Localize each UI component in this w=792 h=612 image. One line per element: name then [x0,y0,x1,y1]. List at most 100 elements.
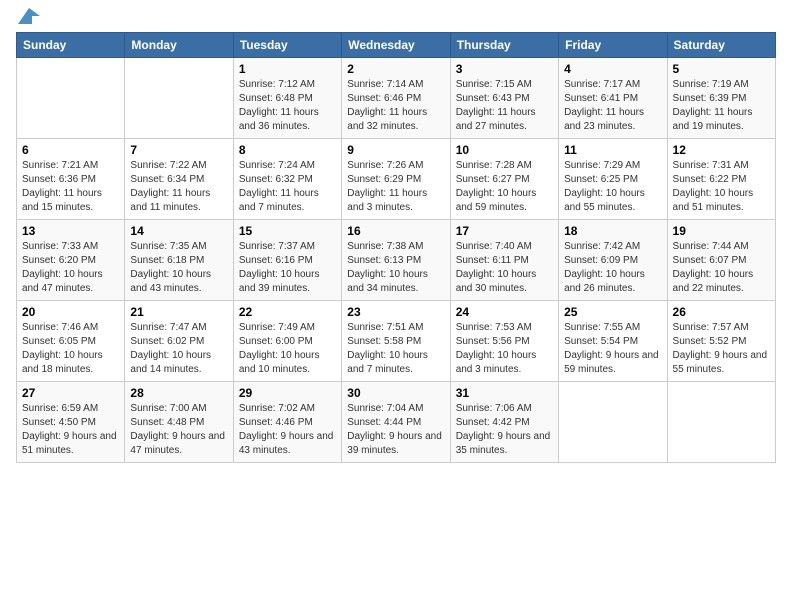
day-info: Sunrise: 7:12 AM Sunset: 6:48 PM Dayligh… [239,78,336,134]
calendar-cell: 12 Sunrise: 7:31 AM Sunset: 6:22 PM Dayli… [667,139,775,220]
day-number: 28 [130,386,227,400]
day-info: Sunrise: 7:28 AM Sunset: 6:27 PM Dayligh… [456,159,553,215]
calendar-cell: 5Sunrise: 7:19 AM Sunset: 6:39 PM Daylig… [667,58,775,139]
calendar-cell: 30 Sunrise: 7:04 AM Sunset: 4:44 PM Dayli… [342,382,450,463]
calendar-cell: 22Sunrise: 7:49 AM Sunset: 6:00 PM Dayli… [233,301,341,382]
day-info: Sunrise: 7:35 AM Sunset: 6:18 PM Dayligh… [130,240,227,296]
day-info: Sunrise: 7:44 AM Sunset: 6:07 PM Dayligh… [673,240,770,296]
calendar-cell: 18 Sunrise: 7:42 AM Sunset: 6:09 PM Dayli… [559,220,667,301]
day-number: 25 [564,305,661,319]
day-info: Sunrise: 7:04 AM Sunset: 4:44 PM Dayligh… [347,402,444,458]
logo [16,16,40,24]
day-info: Sunrise: 7:21 AM Sunset: 6:36 PM Dayligh… [22,159,119,215]
col-header-monday: Monday [125,33,233,58]
calendar-cell: 27 Sunrise: 6:59 AM Sunset: 4:50 PM Dayli… [17,382,125,463]
calendar-cell [125,58,233,139]
col-header-thursday: Thursday [450,33,558,58]
calendar-cell: 26 Sunrise: 7:57 AM Sunset: 5:52 PM Dayli… [667,301,775,382]
day-info: Sunrise: 7:14 AM Sunset: 6:46 PM Dayligh… [347,78,444,134]
day-number: 16 [347,224,444,238]
calendar-cell: 9 Sunrise: 7:26 AM Sunset: 6:29 PM Daylig… [342,139,450,220]
day-number: 31 [456,386,553,400]
calendar-cell: 2 Sunrise: 7:14 AM Sunset: 6:46 PM Daylig… [342,58,450,139]
day-info: Sunrise: 7:31 AM Sunset: 6:22 PM Dayligh… [673,159,770,215]
calendar-cell: 15Sunrise: 7:37 AM Sunset: 6:16 PM Dayli… [233,220,341,301]
day-number: 5 [673,62,770,76]
calendar-cell [667,382,775,463]
calendar-cell [17,58,125,139]
calendar-cell: 13 Sunrise: 7:33 AM Sunset: 6:20 PM Dayli… [17,220,125,301]
calendar-cell: 4Sunrise: 7:17 AM Sunset: 6:41 PM Daylig… [559,58,667,139]
day-info: Sunrise: 7:26 AM Sunset: 6:29 PM Dayligh… [347,159,444,215]
calendar-cell: 21Sunrise: 7:47 AM Sunset: 6:02 PM Dayli… [125,301,233,382]
day-number: 26 [673,305,770,319]
day-number: 6 [22,143,119,157]
day-number: 11 [564,143,661,157]
calendar-week-5: 27 Sunrise: 6:59 AM Sunset: 4:50 PM Dayli… [17,382,776,463]
calendar-cell: 7 Sunrise: 7:22 AM Sunset: 6:34 PM Daylig… [125,139,233,220]
day-number: 3 [456,62,553,76]
day-info: Sunrise: 7:06 AM Sunset: 4:42 PM Dayligh… [456,402,553,458]
calendar-cell: 29 Sunrise: 7:02 AM Sunset: 4:46 PM Dayli… [233,382,341,463]
day-number: 7 [130,143,227,157]
calendar-cell: 28 Sunrise: 7:00 AM Sunset: 4:48 PM Dayli… [125,382,233,463]
day-info: Sunrise: 7:57 AM Sunset: 5:52 PM Dayligh… [673,321,770,377]
calendar-week-1: 1 Sunrise: 7:12 AM Sunset: 6:48 PM Daylig… [17,58,776,139]
calendar-cell: 8 Sunrise: 7:24 AM Sunset: 6:32 PM Daylig… [233,139,341,220]
day-number: 14 [130,224,227,238]
col-header-sunday: Sunday [17,33,125,58]
day-number: 1 [239,62,336,76]
calendar-cell: 20Sunrise: 7:46 AM Sunset: 6:05 PM Dayli… [17,301,125,382]
calendar-cell: 10 Sunrise: 7:28 AM Sunset: 6:27 PM Dayli… [450,139,558,220]
calendar-week-2: 6 Sunrise: 7:21 AM Sunset: 6:36 PM Daylig… [17,139,776,220]
day-info: Sunrise: 7:53 AM Sunset: 5:56 PM Dayligh… [456,321,553,377]
col-header-saturday: Saturday [667,33,775,58]
day-info: Sunrise: 7:38 AM Sunset: 6:13 PM Dayligh… [347,240,444,296]
day-number: 18 [564,224,661,238]
calendar-cell: 24 Sunrise: 7:53 AM Sunset: 5:56 PM Dayli… [450,301,558,382]
day-number: 4 [564,62,661,76]
calendar-cell [559,382,667,463]
day-number: 9 [347,143,444,157]
calendar-table: SundayMondayTuesdayWednesdayThursdayFrid… [16,32,776,463]
day-number: 20 [22,305,119,319]
calendar-cell: 3 Sunrise: 7:15 AM Sunset: 6:43 PM Daylig… [450,58,558,139]
day-info: Sunrise: 7:40 AM Sunset: 6:11 PM Dayligh… [456,240,553,296]
day-info: Sunrise: 7:29 AM Sunset: 6:25 PM Dayligh… [564,159,661,215]
day-number: 23 [347,305,444,319]
day-number: 21 [130,305,227,319]
calendar-cell: 23Sunrise: 7:51 AM Sunset: 5:58 PM Dayli… [342,301,450,382]
day-number: 12 [673,143,770,157]
calendar-cell: 14 Sunrise: 7:35 AM Sunset: 6:18 PM Dayli… [125,220,233,301]
day-number: 24 [456,305,553,319]
calendar-cell: 31 Sunrise: 7:06 AM Sunset: 4:42 PM Dayli… [450,382,558,463]
calendar-header: SundayMondayTuesdayWednesdayThursdayFrid… [17,33,776,58]
calendar-week-4: 20Sunrise: 7:46 AM Sunset: 6:05 PM Dayli… [17,301,776,382]
day-number: 10 [456,143,553,157]
day-info: Sunrise: 6:59 AM Sunset: 4:50 PM Dayligh… [22,402,119,458]
col-header-wednesday: Wednesday [342,33,450,58]
day-number: 17 [456,224,553,238]
day-number: 29 [239,386,336,400]
day-info: Sunrise: 7:42 AM Sunset: 6:09 PM Dayligh… [564,240,661,296]
calendar-cell: 16 Sunrise: 7:38 AM Sunset: 6:13 PM Dayli… [342,220,450,301]
calendar-cell: 17 Sunrise: 7:40 AM Sunset: 6:11 PM Dayli… [450,220,558,301]
day-info: Sunrise: 7:33 AM Sunset: 6:20 PM Dayligh… [22,240,119,296]
day-info: Sunrise: 7:00 AM Sunset: 4:48 PM Dayligh… [130,402,227,458]
col-header-friday: Friday [559,33,667,58]
day-number: 2 [347,62,444,76]
day-number: 27 [22,386,119,400]
day-info: Sunrise: 7:02 AM Sunset: 4:46 PM Dayligh… [239,402,336,458]
day-number: 30 [347,386,444,400]
day-number: 13 [22,224,119,238]
day-number: 19 [673,224,770,238]
day-info: Sunrise: 7:37 AM Sunset: 6:16 PM Dayligh… [239,240,336,296]
calendar-cell: 19 Sunrise: 7:44 AM Sunset: 6:07 PM Dayli… [667,220,775,301]
day-info: Sunrise: 7:24 AM Sunset: 6:32 PM Dayligh… [239,159,336,215]
day-info: Sunrise: 7:55 AM Sunset: 5:54 PM Dayligh… [564,321,661,377]
day-number: 8 [239,143,336,157]
calendar-cell: 11 Sunrise: 7:29 AM Sunset: 6:25 PM Dayli… [559,139,667,220]
day-info: Sunrise: 7:15 AM Sunset: 6:43 PM Dayligh… [456,78,553,134]
calendar-cell: 1 Sunrise: 7:12 AM Sunset: 6:48 PM Daylig… [233,58,341,139]
day-info: Sunrise: 7:22 AM Sunset: 6:34 PM Dayligh… [130,159,227,215]
